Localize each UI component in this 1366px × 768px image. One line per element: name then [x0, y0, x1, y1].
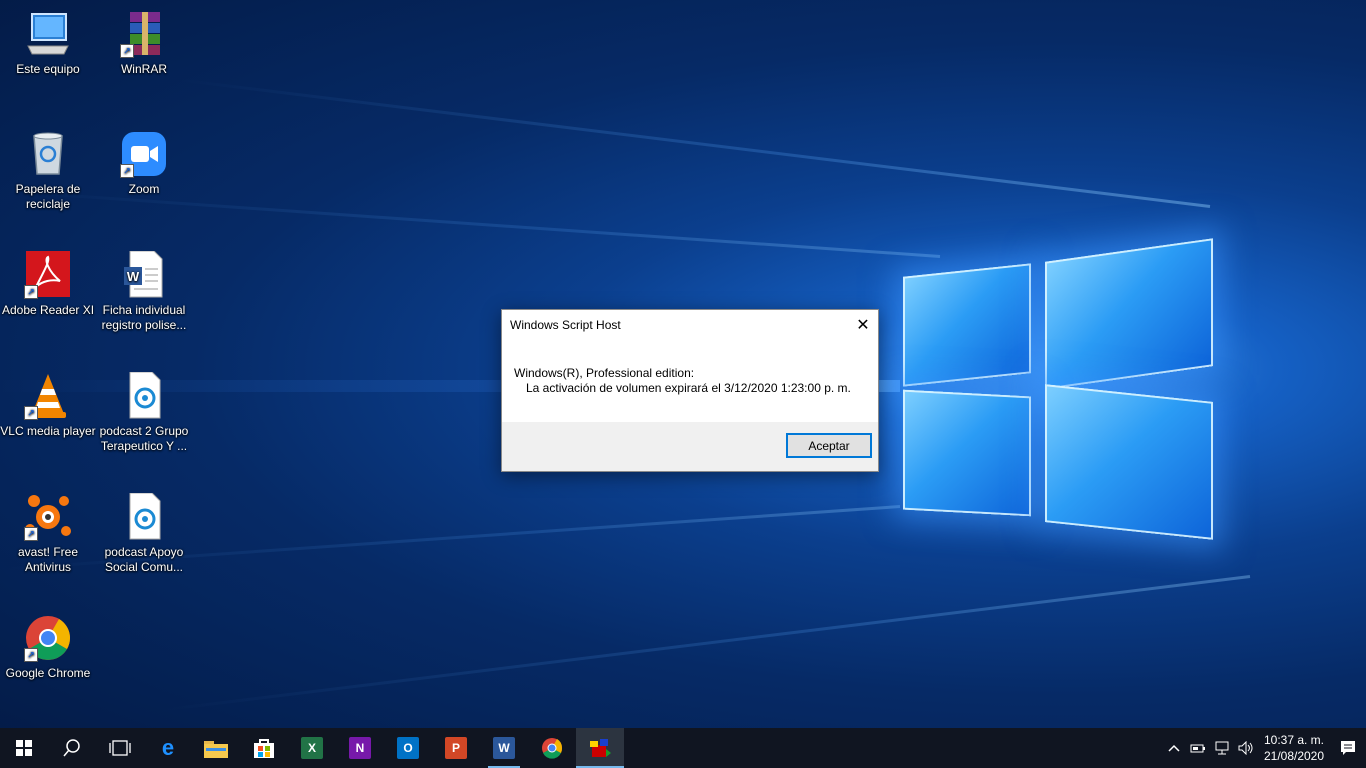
show-hidden-icons-button[interactable]: [1162, 728, 1186, 768]
clock-date: 21/08/2020: [1263, 749, 1325, 763]
clock-time: 10:37 a. m.: [1263, 733, 1325, 747]
desktop-icon-google-chrome[interactable]: ↗ Google Chrome: [0, 614, 96, 681]
message-line-2: La activación de volumen expirará el 3/1…: [526, 381, 851, 395]
desktop-icon-label: Google Chrome: [5, 666, 91, 680]
word-icon: W: [493, 737, 515, 759]
desktop-icon-ficha-individual[interactable]: W Ficha individual registro polise...: [96, 250, 192, 333]
taskbar-chrome[interactable]: [528, 728, 576, 768]
windows-logo-wallpaper: [895, 228, 1220, 548]
winrar-icon: ↗: [120, 10, 168, 58]
taskbar-outlook[interactable]: O: [384, 728, 432, 768]
message-line-1: Windows(R), Professional edition:: [514, 366, 695, 380]
task-view-icon: [109, 740, 131, 756]
taskbar-edge[interactable]: e: [144, 728, 192, 768]
desktop-icon-label: avast! Free Antivirus: [17, 545, 79, 574]
vlc-icon: ↗: [24, 372, 72, 420]
taskbar: e X N O P W 10:37 a. m. 21/08/2020: [0, 728, 1366, 768]
taskbar-store[interactable]: [240, 728, 288, 768]
taskbar-file-explorer[interactable]: [192, 728, 240, 768]
shortcut-arrow-icon: ↗: [24, 527, 38, 541]
chrome-icon: ↗: [24, 614, 72, 662]
shortcut-arrow-icon: ↗: [24, 285, 38, 299]
desktop-icon-label: Este equipo: [16, 62, 80, 76]
tray-network[interactable]: [1210, 728, 1234, 768]
shortcut-arrow-icon: ↗: [24, 648, 38, 662]
desktop-icon-vlc[interactable]: ↗ VLC media player: [0, 372, 96, 439]
recycle-bin-icon: [24, 130, 72, 178]
taskbar-powerpoint[interactable]: P: [432, 728, 480, 768]
search-icon: [63, 739, 80, 757]
dialog-titlebar[interactable]: Windows Script Host: [502, 310, 878, 340]
task-view-button[interactable]: [96, 728, 144, 768]
desktop-icon-label: Papelera de reciclaje: [15, 182, 81, 211]
dialog-message: Windows(R), Professional edition: La act…: [502, 340, 878, 422]
desktop-icon-podcast-apoyo[interactable]: podcast Apoyo Social Comu...: [96, 492, 192, 575]
taskbar-onenote[interactable]: N: [336, 728, 384, 768]
zoom-icon: ↗: [120, 130, 168, 178]
desktop-icon-label: Zoom: [128, 182, 160, 196]
script-host-icon: [590, 739, 611, 757]
notification-icon: [1341, 741, 1355, 755]
speaker-icon: [1238, 741, 1253, 755]
desktop-icon-label: Ficha individual registro polise...: [101, 303, 187, 332]
network-icon: [1215, 741, 1229, 755]
outlook-icon: O: [397, 737, 419, 759]
audio-file-icon: [120, 492, 168, 541]
start-button[interactable]: [0, 728, 48, 768]
desktop-icon-podcast-2[interactable]: podcast 2 Grupo Terapeutico Y ...: [96, 371, 192, 454]
chevron-up-icon: [1168, 744, 1180, 752]
svg-text:W: W: [127, 269, 140, 284]
desktop-icon-avast[interactable]: ↗ avast! Free Antivirus: [0, 493, 96, 575]
search-button[interactable]: [48, 728, 96, 768]
folder-icon: [204, 741, 228, 758]
shortcut-arrow-icon: ↗: [120, 164, 134, 178]
desktop-icon-label: podcast Apoyo Social Comu...: [104, 545, 184, 574]
tray-battery[interactable]: [1186, 728, 1210, 768]
store-icon: [254, 739, 274, 758]
powerpoint-icon: P: [445, 737, 467, 759]
desktop-icon-label: podcast 2 Grupo Terapeutico Y ...: [99, 424, 189, 453]
desktop-icon-papelera[interactable]: Papelera de reciclaje: [0, 130, 96, 212]
desktop-icon-label: Adobe Reader XI: [1, 303, 95, 317]
desktop-icon-winrar[interactable]: ↗ WinRAR: [96, 10, 192, 77]
system-tray: 10:37 a. m. 21/08/2020: [1162, 728, 1366, 768]
dialog-title: Windows Script Host: [510, 318, 621, 332]
windows-script-host-dialog: Windows Script Host ✕ Windows(R), Profes…: [501, 309, 879, 472]
dialog-footer: Aceptar: [502, 422, 878, 471]
audio-file-icon: [120, 371, 168, 420]
avast-icon: ↗: [24, 493, 72, 541]
chrome-icon: [542, 738, 563, 759]
close-icon: ✕: [856, 317, 870, 334]
computer-icon: [24, 10, 72, 58]
close-button[interactable]: ✕: [848, 310, 878, 340]
desktop-icon-este-equipo[interactable]: Este equipo: [0, 10, 96, 77]
tray-volume[interactable]: [1234, 728, 1258, 768]
taskbar-excel[interactable]: X: [288, 728, 336, 768]
battery-icon: [1190, 744, 1205, 753]
tray-clock[interactable]: 10:37 a. m. 21/08/2020: [1258, 732, 1330, 764]
desktop-icon-label: VLC media player: [0, 424, 96, 438]
shortcut-arrow-icon: ↗: [24, 406, 38, 420]
windows-start-icon: [16, 740, 32, 756]
excel-icon: X: [301, 737, 323, 759]
aceptar-button[interactable]: Aceptar: [786, 433, 872, 458]
onenote-icon: N: [349, 737, 371, 759]
edge-icon: e: [161, 735, 175, 760]
desktop-icon-adobe-reader[interactable]: ↗ Adobe Reader XI: [0, 251, 96, 318]
adobe-reader-icon: ↗: [24, 251, 72, 299]
desktop-icon-zoom[interactable]: ↗ Zoom: [96, 130, 192, 197]
taskbar-word[interactable]: W: [480, 728, 528, 768]
action-center-button[interactable]: [1330, 728, 1366, 768]
shortcut-arrow-icon: ↗: [120, 44, 134, 58]
desktop-icon-label: WinRAR: [120, 62, 167, 76]
word-document-icon: W: [120, 250, 168, 299]
taskbar-windows-script-host[interactable]: [576, 728, 624, 768]
